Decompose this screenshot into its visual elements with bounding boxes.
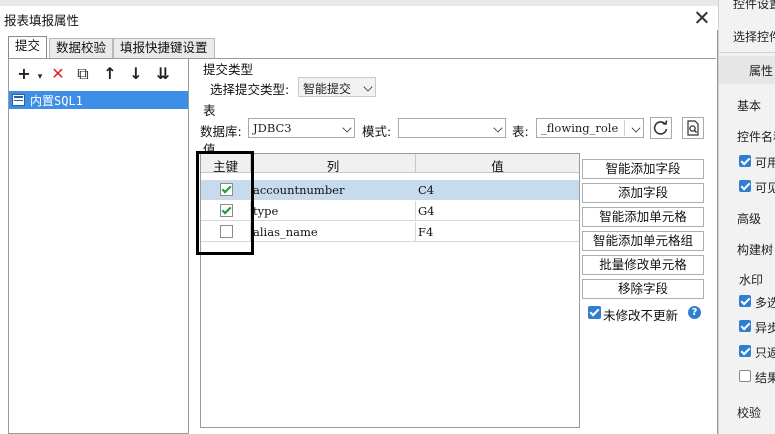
- header-column: 列: [326, 159, 340, 174]
- primary-key-highlight-box: [196, 151, 254, 255]
- table-select[interactable]: _flowing_role: [536, 118, 644, 138]
- add-field-button[interactable]: 添加字段: [582, 183, 704, 203]
- list-toolbar: + ▾ ✕ ⧉ ↑ ↓ ⇊: [9, 59, 188, 87]
- dialog-title: 报表填报属性: [4, 13, 80, 28]
- schema-label: 模式:: [362, 124, 392, 139]
- tree-item-label: 内置SQL1: [30, 94, 83, 108]
- bg-item: 异步: [755, 321, 775, 335]
- bg-item: 选择控件: [733, 30, 775, 44]
- background-property-panel: 控件设置 选择控件 属性 基本 控件名称 可用 可见 高级 构建树 水印 多选 …: [718, 0, 775, 434]
- bg-checkbox: [739, 320, 751, 332]
- cell-divider: [415, 201, 416, 221]
- tree-item-sql1[interactable]: 内置SQL1: [9, 91, 188, 109]
- tab-data-validation[interactable]: 数据校验: [49, 38, 114, 58]
- bg-item: 控件名称: [737, 130, 775, 144]
- remove-field-button[interactable]: 移除字段: [582, 279, 704, 299]
- sql-table-icon: [12, 94, 25, 106]
- move-down-icon[interactable]: ↓: [127, 65, 145, 83]
- no-update-if-unmodified-checkbox[interactable]: [588, 306, 601, 319]
- section-submit-type: 提交类型: [203, 62, 254, 77]
- value-cell[interactable]: G4: [418, 204, 435, 218]
- screen: 控件设置 选择控件 属性 基本 控件名称 可用 可见 高级 构建树 水印 多选 …: [0, 0, 775, 434]
- bg-item: 构建树: [737, 243, 774, 257]
- bg-checkbox: [739, 345, 751, 357]
- chevron-down-icon: [363, 82, 373, 92]
- column-cell[interactable]: alias_name: [253, 225, 318, 239]
- bg-item: 水印: [739, 273, 764, 287]
- bg-item: 多选: [755, 296, 775, 310]
- schema-select[interactable]: [398, 118, 506, 138]
- database-select[interactable]: JDBC3: [248, 118, 355, 138]
- bg-checkbox: [739, 180, 751, 192]
- preview-table-button[interactable]: [682, 117, 704, 139]
- smart-add-cell-group-button[interactable]: 智能添加单元格组: [582, 231, 704, 251]
- section-table: 表: [203, 103, 216, 118]
- bg-item: 基本: [737, 99, 762, 113]
- cell-divider: [415, 180, 416, 200]
- table-header: 主键 列 值: [201, 154, 579, 174]
- sql-list-panel: + ▾ ✕ ⧉ ↑ ↓ ⇊ 内置SQL1: [8, 59, 189, 434]
- value-cell[interactable]: F4: [418, 225, 433, 239]
- table-label: 表:: [512, 124, 529, 139]
- bg-item: 控件设置: [733, 0, 775, 11]
- select-separator: [624, 120, 625, 136]
- copy-icon[interactable]: ⧉: [74, 65, 92, 83]
- submit-type-value: 智能提交: [303, 82, 352, 96]
- column-cell[interactable]: type: [253, 204, 278, 218]
- database-label: 数据库:: [200, 124, 242, 139]
- tab-submit[interactable]: 提交: [8, 36, 48, 58]
- field-mapping-table: 主键 列 值 accountnumber C4 type G4 alias_na…: [200, 153, 580, 428]
- database-value: JDBC3: [253, 121, 292, 135]
- help-icon[interactable]: ?: [688, 306, 701, 319]
- bg-checkbox: [739, 155, 751, 167]
- bg-item: 高级: [737, 212, 762, 226]
- table-row[interactable]: accountnumber C4: [201, 180, 579, 200]
- chevron-down-icon: [493, 123, 503, 133]
- header-value: 值: [491, 159, 504, 174]
- column-cell[interactable]: accountnumber: [253, 183, 344, 197]
- close-icon[interactable]: [692, 8, 712, 28]
- value-cell[interactable]: C4: [418, 183, 434, 197]
- bg-item: 可见: [755, 181, 775, 195]
- delete-icon[interactable]: ✕: [49, 65, 67, 83]
- bg-checkbox: [739, 370, 751, 382]
- bg-item: 校验: [737, 406, 762, 420]
- no-update-if-unmodified-label: 未修改不更新: [603, 308, 679, 323]
- bg-item: 属性: [749, 64, 774, 78]
- search-document-icon: [687, 120, 699, 136]
- bg-divider: [719, 52, 775, 53]
- bg-checkbox: [739, 295, 751, 307]
- smart-add-cell-button[interactable]: 智能添加单元格: [582, 207, 704, 227]
- bg-item: 只返: [755, 346, 775, 360]
- refresh-icon: [653, 120, 668, 135]
- table-row[interactable]: type G4: [201, 201, 579, 221]
- chevron-down-icon: [342, 123, 352, 133]
- table-row[interactable]: alias_name F4: [201, 222, 579, 242]
- move-bottom-icon[interactable]: ⇊: [154, 65, 172, 83]
- tab-shortcut-settings[interactable]: 填报快捷键设置: [113, 38, 215, 58]
- refresh-button[interactable]: [650, 117, 672, 139]
- dialog-titlebar: 报表填报属性: [0, 6, 718, 30]
- submit-type-label: 选择提交类型:: [210, 82, 290, 97]
- submit-type-select[interactable]: 智能提交: [298, 77, 376, 97]
- smart-add-field-button[interactable]: 智能添加字段: [582, 159, 704, 179]
- bg-item: 结果: [755, 371, 775, 385]
- move-up-icon[interactable]: ↑: [101, 65, 119, 83]
- bg-item: 可用: [755, 156, 775, 170]
- batch-modify-cell-button[interactable]: 批量修改单元格: [582, 255, 704, 275]
- cell-divider: [415, 222, 416, 242]
- table-value: _flowing_role: [541, 121, 619, 135]
- chevron-down-icon: [631, 123, 641, 133]
- chevron-down-icon[interactable]: ▾: [31, 68, 49, 86]
